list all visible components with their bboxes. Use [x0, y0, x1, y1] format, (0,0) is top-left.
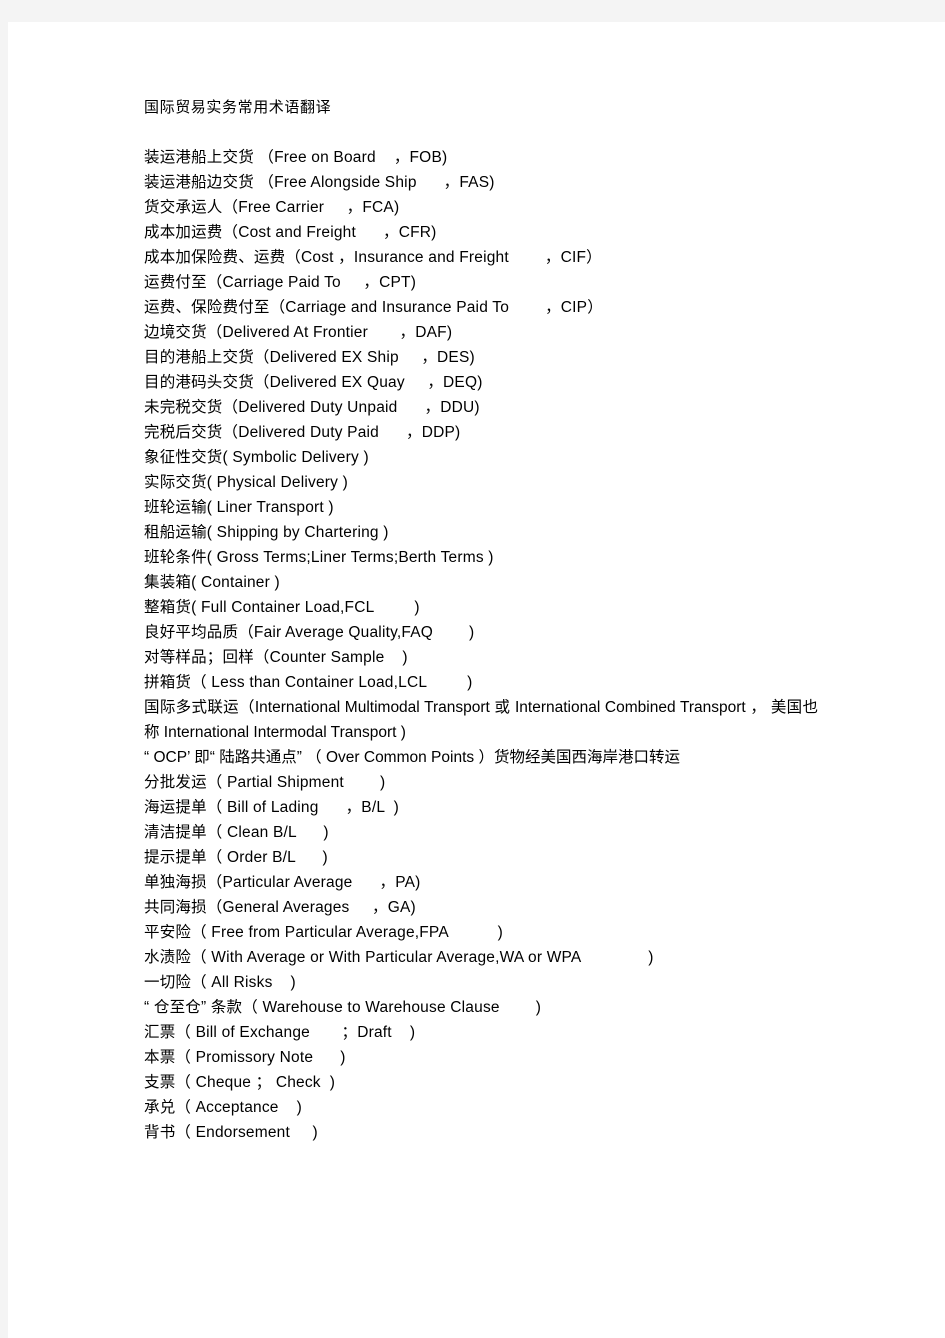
term-line: 实际交货( Physical Delivery ): [144, 474, 348, 491]
term-line: 单独海损（Particular Average ，PA): [144, 874, 421, 891]
term-line: 象征性交货( Symbolic Delivery ): [144, 449, 369, 466]
term-line: 目的港船上交货（Delivered EX Ship ，DES): [144, 349, 475, 366]
term-line: 拼箱货（ Less than Container Load,LCL ): [144, 674, 473, 691]
term-line: 汇票（ Bill of Exchange ；Draft ): [144, 1024, 416, 1041]
term-line: 运费、保险费付至（Carriage and Insurance Paid To …: [144, 299, 603, 316]
term-line: 货交承运人（Free Carrier ，FCA): [144, 199, 400, 216]
term-line: 完税后交货（Delivered Duty Paid ，DDP): [144, 424, 461, 441]
term-line: 良好平均品质（Fair Average Quality,FAQ ): [144, 624, 475, 641]
term-line: 背书（ Endorsement ): [144, 1124, 318, 1141]
term-line: 整箱货( Full Container Load,FCL ): [144, 599, 420, 616]
term-line: 班轮条件( Gross Terms;Liner Terms;Berth Term…: [144, 549, 494, 566]
term-line: 承兑（ Acceptance ): [144, 1099, 302, 1116]
term-paragraph-multimodal: 国际多式联运（International Multimodal Transpor…: [144, 699, 818, 741]
term-line: 边境交货（Delivered At Frontier ，DAF): [144, 324, 453, 341]
term-line: 集装箱( Container ): [144, 574, 280, 591]
term-line: 班轮运输( Liner Transport ): [144, 499, 334, 516]
page-title: 国际贸易实务常用术语翻译: [144, 99, 332, 116]
term-line: 海运提单（ Bill of Lading ，B/L ): [144, 799, 399, 816]
document-page: 国际贸易实务常用术语翻译 装运港船上交货 （Free on Board ，FOB…: [8, 22, 945, 1338]
term-line: 支票（ Cheque ； Check ): [144, 1074, 336, 1091]
term-line: 目的港码头交货（Delivered EX Quay ，DEQ): [144, 374, 483, 391]
term-line: 运费付至（Carriage Paid To ，CPT): [144, 274, 417, 291]
term-line: 成本加运费（Cost and Freight ，CFR): [144, 224, 437, 241]
term-line: 对等样品；回样（Counter Sample ): [144, 649, 408, 666]
term-line: 装运港船上交货 （Free on Board ，FOB): [144, 149, 448, 166]
term-line: 平安险（ Free from Particular Average,FPA ): [144, 924, 503, 941]
term-line: “ 仓至仓” 条款（ Warehouse to Warehouse Clause…: [144, 999, 542, 1016]
term-line: 清洁提单（ Clean B/L ): [144, 824, 329, 841]
term-line: 水渍险（ With Average or With Particular Ave…: [144, 949, 654, 966]
title-spacer: [144, 120, 818, 145]
term-line: 一切险（ All Risks ): [144, 974, 296, 991]
term-paragraph-ocp: “ OCP’ 即“ 陆路共通点” （ Over Common Points ）货…: [144, 749, 680, 766]
term-line: 成本加保险费、运费（Cost ，Insurance and Freight ，C…: [144, 249, 602, 266]
term-line: 租船运输( Shipping by Chartering ): [144, 524, 389, 541]
document-body: 国际贸易实务常用术语翻译 装运港船上交货 （Free on Board ，FOB…: [144, 95, 818, 1145]
term-line: 本票（ Promissory Note ): [144, 1049, 346, 1066]
term-line: 未完税交货（Delivered Duty Unpaid ，DDU): [144, 399, 480, 416]
term-line: 共同海损（General Averages ，GA): [144, 899, 416, 916]
term-line: 装运港船边交货 （Free Alongside Ship ，FAS): [144, 174, 495, 191]
term-line: 提示提单（ Order B/L ): [144, 849, 328, 866]
term-line: 分批发运（ Partial Shipment ): [144, 774, 386, 791]
